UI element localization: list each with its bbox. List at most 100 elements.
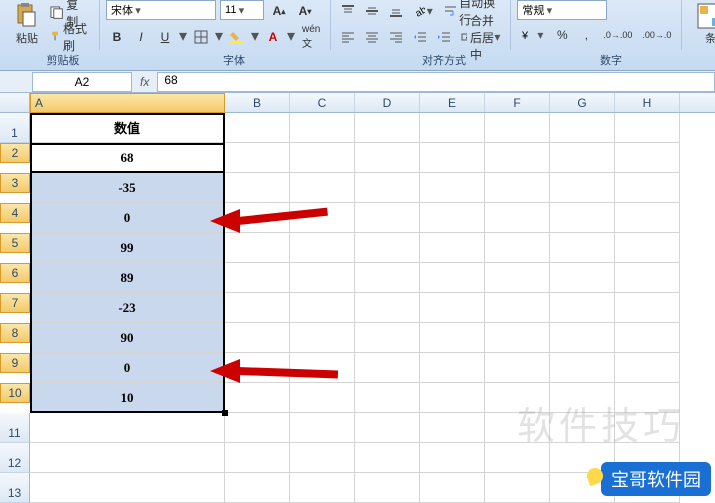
cell[interactable]: [30, 413, 225, 443]
cell[interactable]: [485, 293, 550, 323]
cell[interactable]: [550, 353, 615, 383]
cell[interactable]: [615, 323, 680, 353]
row-header[interactable]: 8: [0, 323, 30, 343]
cell[interactable]: [615, 413, 680, 443]
cell[interactable]: [420, 233, 485, 263]
cell[interactable]: [225, 143, 290, 173]
column-header[interactable]: C: [290, 93, 355, 112]
cell[interactable]: [290, 473, 355, 503]
chevron-down-icon[interactable]: ▾: [250, 26, 260, 48]
cell[interactable]: [550, 293, 615, 323]
cell[interactable]: [615, 383, 680, 413]
align-center-button[interactable]: [361, 26, 383, 48]
row-header[interactable]: 10: [0, 383, 30, 403]
font-color-button[interactable]: A: [262, 26, 284, 48]
cell[interactable]: [355, 113, 420, 143]
cell[interactable]: 99: [30, 233, 225, 263]
cell[interactable]: [420, 353, 485, 383]
row-header[interactable]: 1: [0, 113, 30, 143]
cell[interactable]: [485, 413, 550, 443]
cell[interactable]: [615, 203, 680, 233]
cell[interactable]: [225, 323, 290, 353]
font-size-select[interactable]: 11▾: [220, 0, 264, 20]
column-header[interactable]: G: [550, 93, 615, 112]
underline-button[interactable]: U: [154, 26, 176, 48]
fill-color-button[interactable]: [226, 26, 248, 48]
row-header[interactable]: 6: [0, 263, 30, 283]
cell[interactable]: [355, 263, 420, 293]
column-header[interactable]: A: [30, 93, 225, 113]
align-middle-button[interactable]: [361, 0, 383, 22]
chevron-down-icon[interactable]: ▾: [214, 26, 224, 48]
cell[interactable]: [420, 323, 485, 353]
cell[interactable]: [420, 473, 485, 503]
cell[interactable]: [615, 233, 680, 263]
cell[interactable]: [420, 113, 485, 143]
shrink-font-button[interactable]: A▾: [294, 0, 316, 22]
cell[interactable]: [420, 413, 485, 443]
cell[interactable]: [550, 443, 615, 473]
cell[interactable]: [225, 263, 290, 293]
orientation-button[interactable]: ab▾: [409, 0, 438, 22]
paste-button[interactable]: 粘贴: [10, 2, 44, 48]
cell[interactable]: [550, 473, 615, 503]
cell[interactable]: [290, 353, 355, 383]
cell[interactable]: [355, 173, 420, 203]
cell[interactable]: [615, 473, 680, 503]
percent-format-button[interactable]: %: [551, 24, 573, 46]
cell[interactable]: [355, 293, 420, 323]
cell[interactable]: [225, 173, 290, 203]
cell[interactable]: [615, 173, 680, 203]
merge-center-button[interactable]: a合并后居中▾: [457, 26, 504, 48]
cell[interactable]: [485, 173, 550, 203]
align-right-button[interactable]: [385, 26, 407, 48]
cell[interactable]: [615, 113, 680, 143]
cell[interactable]: 89: [30, 263, 225, 293]
cell[interactable]: 90: [30, 323, 225, 353]
row-header[interactable]: 3: [0, 173, 30, 193]
row-header[interactable]: 4: [0, 203, 30, 223]
row-header[interactable]: 11: [0, 413, 30, 443]
row-header[interactable]: 2: [0, 143, 30, 163]
cell[interactable]: [615, 263, 680, 293]
cell[interactable]: [550, 143, 615, 173]
cell[interactable]: [550, 323, 615, 353]
align-top-button[interactable]: [337, 0, 359, 22]
cell[interactable]: [30, 443, 225, 473]
chevron-down-icon[interactable]: ▾: [286, 26, 296, 48]
cell[interactable]: [225, 233, 290, 263]
cell[interactable]: [355, 443, 420, 473]
cell[interactable]: [485, 143, 550, 173]
column-header[interactable]: F: [485, 93, 550, 112]
cell[interactable]: [485, 443, 550, 473]
cell[interactable]: [225, 443, 290, 473]
cell[interactable]: [225, 113, 290, 143]
cell[interactable]: -35: [30, 173, 225, 203]
column-header[interactable]: E: [420, 93, 485, 112]
cell[interactable]: [420, 383, 485, 413]
cell[interactable]: -23: [30, 293, 225, 323]
cell[interactable]: [550, 113, 615, 143]
cell[interactable]: [225, 293, 290, 323]
align-bottom-button[interactable]: [385, 0, 407, 22]
decrease-indent-button[interactable]: [409, 26, 431, 48]
chevron-down-icon[interactable]: ▾: [178, 26, 188, 48]
cell[interactable]: [420, 263, 485, 293]
cell[interactable]: [290, 143, 355, 173]
cell[interactable]: [485, 323, 550, 353]
cell[interactable]: [485, 473, 550, 503]
cell[interactable]: [355, 323, 420, 353]
row-header[interactable]: 13: [0, 473, 30, 503]
cell[interactable]: [420, 173, 485, 203]
column-header[interactable]: D: [355, 93, 420, 112]
cell[interactable]: [550, 203, 615, 233]
cell[interactable]: 数值: [30, 113, 225, 143]
select-all-corner[interactable]: [0, 93, 30, 112]
cell[interactable]: [615, 443, 680, 473]
cell[interactable]: [485, 203, 550, 233]
cell[interactable]: [355, 143, 420, 173]
cell[interactable]: [355, 203, 420, 233]
cell[interactable]: [420, 143, 485, 173]
cell[interactable]: [290, 413, 355, 443]
grow-font-button[interactable]: A▴: [268, 0, 290, 22]
